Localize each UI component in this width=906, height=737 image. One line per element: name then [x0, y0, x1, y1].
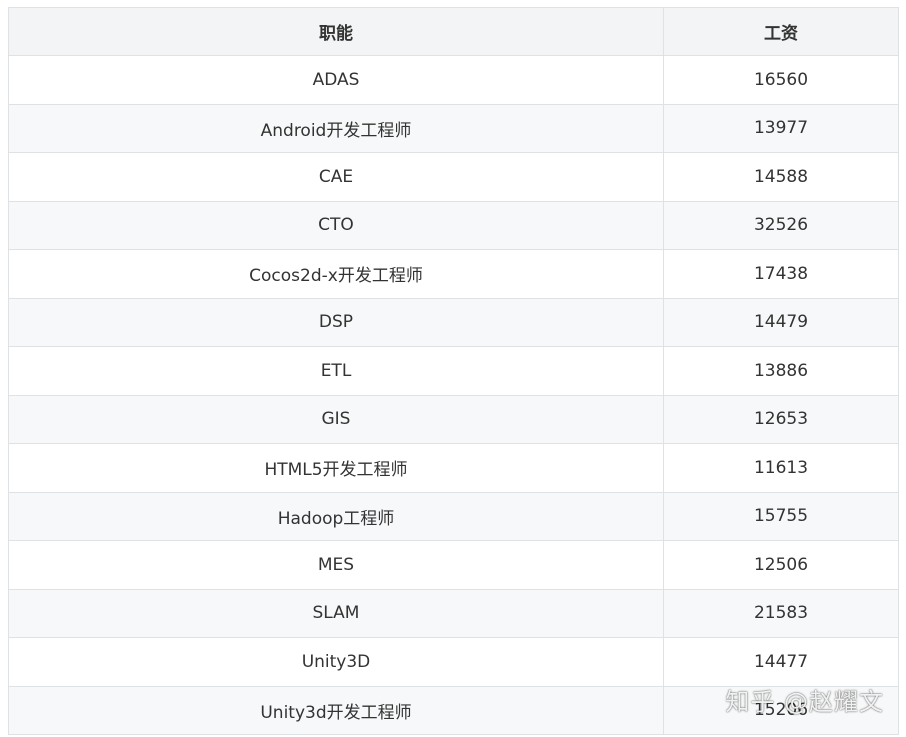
salary-table: 职能 工资 ADAS 16560 Android开发工程师 13977 CAE … — [8, 7, 899, 735]
table-row: DSP 14479 — [8, 297, 899, 347]
cell-role: DSP — [8, 297, 664, 347]
cell-salary: 16560 — [663, 55, 899, 105]
cell-role: MES — [8, 540, 664, 590]
table-row: HTML5开发工程师 11613 — [8, 443, 899, 493]
table-row: GIS 12653 — [8, 394, 899, 444]
cell-salary: 13886 — [663, 346, 899, 396]
cell-salary: 13977 — [663, 103, 899, 153]
table-row: ADAS 16560 — [8, 55, 899, 105]
cell-role: SLAM — [8, 588, 664, 638]
cell-salary: 14477 — [663, 637, 899, 687]
watermark: 知乎 @赵耀文 — [725, 688, 884, 716]
cell-role: Android开发工程师 — [8, 103, 664, 153]
table-row: Unity3D 14477 — [8, 637, 899, 687]
cell-salary: 14588 — [663, 152, 899, 202]
cell-salary: 17438 — [663, 249, 899, 299]
table-row: SLAM 21583 — [8, 588, 899, 638]
table-header-row: 职能 工资 — [8, 7, 899, 56]
cell-role: CAE — [8, 152, 664, 202]
cell-salary: 12653 — [663, 394, 899, 444]
cell-role: GIS — [8, 394, 664, 444]
table-row: MES 12506 — [8, 540, 899, 590]
cell-role: ETL — [8, 346, 664, 396]
cell-role: Unity3d开发工程师 — [8, 685, 664, 735]
header-salary: 工资 — [663, 7, 899, 56]
cell-role: ADAS — [8, 55, 664, 105]
cell-salary: 14479 — [663, 297, 899, 347]
cell-role: HTML5开发工程师 — [8, 443, 664, 493]
cell-salary: 11613 — [663, 443, 899, 493]
cell-salary: 15755 — [663, 491, 899, 541]
cell-salary: 32526 — [663, 200, 899, 250]
cell-role: CTO — [8, 200, 664, 250]
table-row: Hadoop工程师 15755 — [8, 491, 899, 541]
header-role: 职能 — [8, 7, 664, 56]
table-row: CTO 32526 — [8, 200, 899, 250]
table-row: Cocos2d-x开发工程师 17438 — [8, 249, 899, 299]
cell-role: Cocos2d-x开发工程师 — [8, 249, 664, 299]
cell-salary: 21583 — [663, 588, 899, 638]
table-row: CAE 14588 — [8, 152, 899, 202]
cell-salary: 12506 — [663, 540, 899, 590]
salary-table-container: 职能 工资 ADAS 16560 Android开发工程师 13977 CAE … — [8, 7, 899, 735]
table-row: Android开发工程师 13977 — [8, 103, 899, 153]
table-row: ETL 13886 — [8, 346, 899, 396]
cell-role: Unity3D — [8, 637, 664, 687]
cell-role: Hadoop工程师 — [8, 491, 664, 541]
